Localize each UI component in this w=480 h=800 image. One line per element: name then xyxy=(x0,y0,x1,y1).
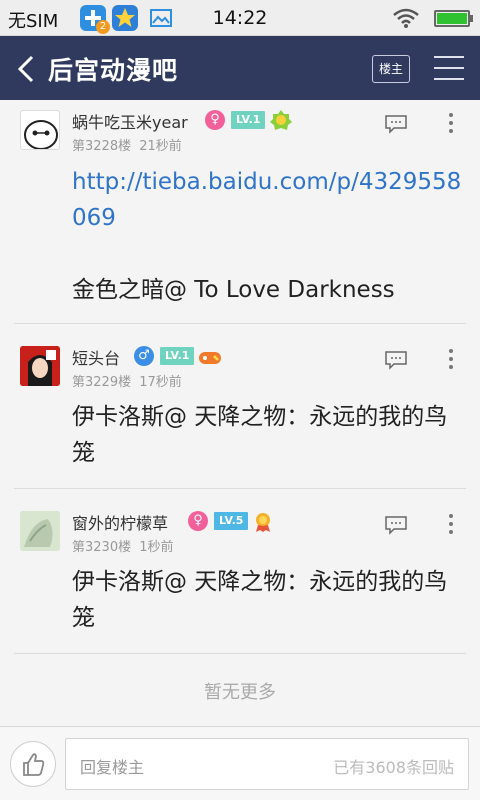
post-link[interactable]: http://tieba.baidu.com/p/4329558069 xyxy=(72,164,464,236)
post-item: 蜗牛吃玉米year ♀ LV.1 第3228楼 21秒前 http://tieb… xyxy=(0,100,480,324)
nav-bar: 后宫动漫吧 楼主 xyxy=(0,36,480,100)
more-options-icon[interactable] xyxy=(448,349,454,371)
avatar[interactable] xyxy=(20,110,60,150)
username[interactable]: 短头台 xyxy=(72,345,120,369)
like-button[interactable] xyxy=(10,741,56,787)
only-op-button[interactable]: 楼主 xyxy=(372,55,410,83)
floor-meta: 第3229楼 17秒前 xyxy=(72,371,182,390)
post-time: 1秒前 xyxy=(139,540,174,555)
back-button[interactable] xyxy=(14,54,40,84)
female-icon: ♀ xyxy=(205,110,225,130)
reply-count: 已有3608条回贴 xyxy=(333,758,454,777)
more-options-icon[interactable] xyxy=(448,113,454,135)
avatar[interactable] xyxy=(20,346,60,386)
post-text: 伊卡洛斯@ 天降之物：永远的我的鸟笼 xyxy=(72,569,448,631)
reply-input[interactable]: 回复楼主 已有3608条回贴 xyxy=(65,738,469,790)
level-badge: LV.1 xyxy=(231,111,266,129)
post-text: 伊卡洛斯@ 天降之物：永远的我的鸟笼 xyxy=(72,404,448,466)
no-more-label: 暂无更多 xyxy=(204,682,276,703)
female-icon: ♀ xyxy=(188,511,208,531)
comment-icon[interactable] xyxy=(384,515,408,535)
medal-icon xyxy=(270,109,292,131)
floor-meta: 第3228楼 21秒前 xyxy=(72,135,182,154)
medal-icon xyxy=(252,511,274,533)
post-time: 17秒前 xyxy=(139,375,182,390)
post-item: 窗外的柠檬草 ♀ LV.5 第3230楼 1秒前 伊卡洛斯@ 天降之物：永远的我… xyxy=(0,489,480,654)
post-time: 21秒前 xyxy=(139,139,182,154)
comment-icon[interactable] xyxy=(384,114,408,134)
post-text: 金色之暗@ To Love Darkness xyxy=(72,277,395,303)
divider xyxy=(14,653,466,654)
male-icon: ♂ xyxy=(134,346,154,366)
post-body: http://tieba.baidu.com/p/4329558069 金色之暗… xyxy=(72,164,464,308)
reply-placeholder: 回复楼主 xyxy=(80,758,145,777)
game-medal-icon xyxy=(198,346,221,368)
post-list: 蜗牛吃玉米year ♀ LV.1 第3228楼 21秒前 http://tieb… xyxy=(0,100,480,726)
floor-number: 第3230楼 xyxy=(72,540,132,555)
level-badge: LV.1 xyxy=(160,347,195,365)
thumbs-up-icon xyxy=(23,753,45,776)
more-options-icon[interactable] xyxy=(448,514,454,536)
comment-icon[interactable] xyxy=(384,350,408,370)
floor-number: 第3228楼 xyxy=(72,139,132,154)
menu-icon[interactable] xyxy=(434,56,464,82)
status-bar: 无SIM 2 14:22 xyxy=(0,0,480,36)
floor-number: 第3229楼 xyxy=(72,375,132,390)
post-item: 短头台 ♂ LV.1 第3229楼 17秒前 伊卡洛斯@ 天降之物：永远的我的鸟… xyxy=(0,324,480,489)
battery-icon xyxy=(434,10,473,27)
username[interactable]: 窗外的柠檬草 xyxy=(72,510,168,534)
bottom-bar: 回复楼主 已有3608条回贴 xyxy=(0,726,480,800)
page-title: 后宫动漫吧 xyxy=(48,56,179,85)
level-badge: LV.5 xyxy=(214,512,249,530)
avatar[interactable] xyxy=(20,511,60,551)
floor-meta: 第3230楼 1秒前 xyxy=(72,536,174,555)
wifi-icon xyxy=(392,8,420,32)
username[interactable]: 蜗牛吃玉米year xyxy=(72,109,188,133)
